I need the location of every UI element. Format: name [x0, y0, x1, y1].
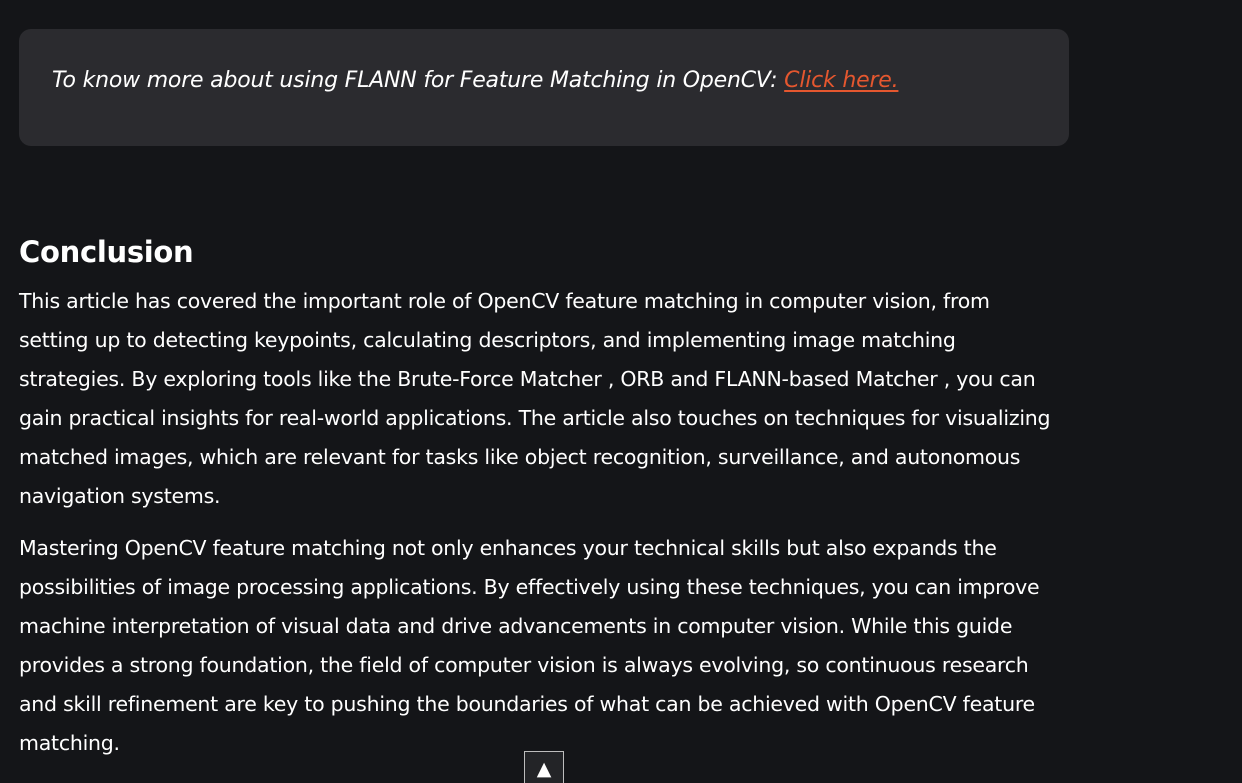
callout-text: To know more about using FLANN for Featu…	[52, 68, 899, 93]
callout-message: To know more about using FLANN for Featu…	[52, 68, 785, 93]
conclusion-heading: Conclusion	[19, 235, 194, 269]
scroll-to-top-button[interactable]: ▲	[524, 751, 564, 783]
arrow-up-icon: ▲	[536, 758, 552, 780]
click-here-link[interactable]: Click here.	[784, 68, 898, 93]
conclusion-paragraph-1: This article has covered the important r…	[19, 289, 1051, 508]
info-callout: To know more about using FLANN for Featu…	[19, 29, 1069, 146]
conclusion-paragraph-2: Mastering OpenCV feature matching not on…	[19, 536, 1040, 755]
